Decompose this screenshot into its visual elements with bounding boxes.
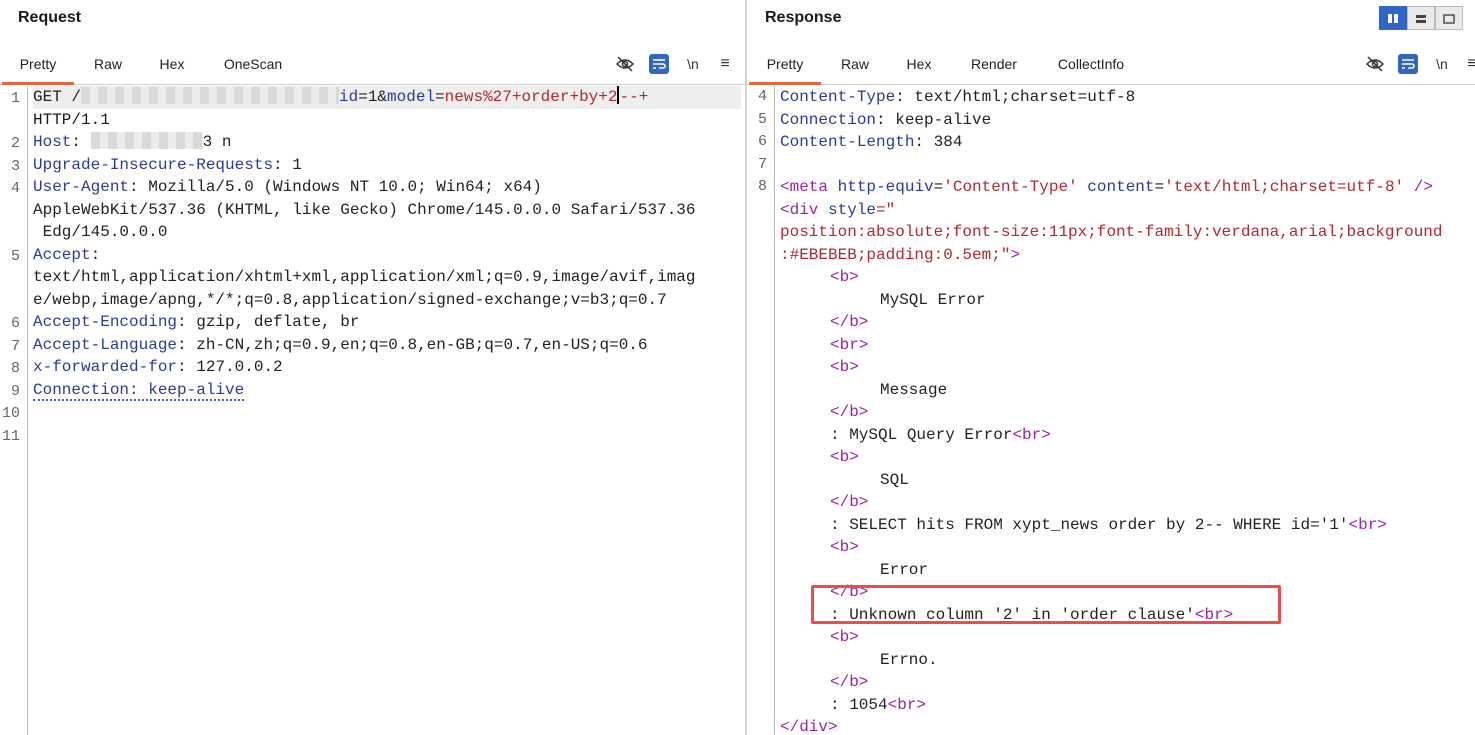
menu-icon[interactable]: ≡ — [1462, 54, 1475, 74]
line-number: 6 — [10, 315, 20, 332]
line-number: 2 — [10, 135, 20, 152]
line-number: 1 — [10, 90, 20, 107]
html-line: : MySQL Query Error<br> — [830, 425, 1051, 444]
html-line: : 1054<br> — [830, 695, 927, 714]
request-line-6: Accept-Encoding: gzip, deflate, br — [33, 313, 360, 331]
html-line: </b> — [830, 673, 869, 691]
hide-eye-icon[interactable] — [1365, 54, 1385, 74]
response-gutter: 4 5 6 7 8 — [747, 86, 775, 735]
layout-tabs-icon[interactable] — [1435, 6, 1463, 30]
line-number: 10 — [1, 405, 20, 422]
request-line-4-cont2: Edg/145.0.0.0 — [33, 223, 168, 241]
response-div-open: <div style=" — [780, 200, 896, 219]
request-tab-onescan[interactable]: OneScan — [212, 46, 294, 82]
html-line: SQL — [880, 470, 909, 489]
request-line-2: Host: 3 n — [33, 132, 232, 151]
request-line-3: Upgrade-Insecure-Requests: 1 — [33, 155, 302, 174]
error-highlight-box — [811, 585, 1281, 624]
response-line-8: <meta http-equiv='Content-Type' content=… — [780, 178, 1433, 196]
html-line: : SELECT hits FROM xypt_news order by 2-… — [830, 515, 1387, 534]
response-line-4: Content-Type: text/html;charset=utf-8 — [780, 88, 1136, 106]
html-line: <b> — [830, 628, 859, 646]
html-line: </b> — [830, 403, 869, 421]
response-line-6: Content-Length: 384 — [780, 133, 963, 151]
response-line-5: Connection: keep-alive — [780, 110, 992, 129]
request-title: Request — [18, 9, 82, 26]
line-number: 3 — [10, 157, 20, 175]
html-line: </div> — [780, 718, 838, 735]
request-line-9: Connection: keep-alive — [33, 380, 245, 401]
request-tabbar: Pretty Raw Hex OneScan \n ≡ — [0, 46, 745, 85]
request-tab-hex[interactable]: Hex — [146, 46, 198, 82]
html-line: </b> — [830, 313, 869, 331]
response-tab-pretty[interactable]: Pretty — [749, 46, 821, 85]
line-number: 7 — [757, 155, 767, 173]
response-editor[interactable]: 4 5 6 7 8 Content-Type: text/html;charse… — [747, 86, 1475, 735]
html-line: </b> — [830, 493, 869, 511]
request-code: GET / id=1&model=news%27+order+by+2 --+ HT… — [33, 86, 741, 401]
request-line-7: Accept-Language: zh-CN,zh;q=0.9,en;q=0.8… — [33, 335, 648, 354]
line-number: 8 — [757, 178, 767, 195]
html-line: Message — [880, 380, 948, 399]
html-line: MySQL Error — [880, 290, 986, 309]
html-line: <b> — [830, 538, 859, 556]
html-line: <b> — [830, 358, 859, 376]
request-gutter: 1 2 3 4 5 6 7 8 9 10 11 — [0, 86, 28, 735]
newline-toggle-button[interactable]: \n — [683, 54, 703, 74]
html-line: <b> — [830, 448, 859, 466]
response-tabbar: Pretty Raw Hex Render CollectInfo \n ≡ — [747, 46, 1475, 85]
response-tab-hex[interactable]: Hex — [893, 46, 945, 82]
request-line-8: x-forwarded-for: 127.0.0.2 — [33, 358, 283, 376]
response-pane: Response Pretty Raw Hex Render CollectIn… — [747, 0, 1475, 735]
hide-eye-icon[interactable] — [615, 54, 635, 74]
request-tab-pretty[interactable]: Pretty — [2, 46, 74, 85]
request-line-4: User-Agent: Mozilla/5.0 (Windows NT 10.0… — [33, 178, 542, 196]
request-editor[interactable]: 1 2 3 4 5 6 7 8 9 10 11 GET / id=1&model=… — [0, 86, 745, 735]
response-tab-raw[interactable]: Raw — [829, 46, 881, 82]
line-number: 11 — [1, 427, 20, 445]
html-line: Errno. — [880, 650, 938, 669]
request-line-5: Accept: — [33, 245, 101, 264]
response-line-7 — [780, 154, 1471, 177]
redacted-path — [81, 87, 340, 104]
line-number: 9 — [10, 382, 20, 400]
request-tab-raw[interactable]: Raw — [82, 46, 134, 82]
newline-toggle-button[interactable]: \n — [1432, 54, 1452, 74]
line-number: 4 — [10, 180, 20, 197]
request-line-1: GET / id=1&model=news%27+order+by+2 --+ — [33, 86, 741, 109]
line-number: 6 — [757, 133, 767, 150]
line-number: 5 — [757, 110, 767, 128]
response-style-1: position:absolute;font-size:11px;font-fa… — [780, 223, 1443, 241]
request-line-4-cont: AppleWebKit/537.36 (KHTML, like Gecko) C… — [33, 200, 696, 219]
html-line: <b> — [830, 268, 859, 286]
layout-side-by-side-icon[interactable] — [1379, 6, 1407, 30]
html-line: <br> — [830, 335, 869, 354]
request-pane: Request Pretty Raw Hex OneScan \n ≡ 1 2 … — [0, 0, 745, 735]
html-line: Error — [880, 560, 929, 579]
response-tab-render[interactable]: Render — [959, 46, 1029, 82]
request-line-5-cont: text/html,application/xhtml+xml,applicat… — [33, 268, 696, 286]
response-code: Content-Type: text/html;charset=utf-8 Co… — [780, 86, 1471, 735]
response-tab-collectinfo[interactable]: CollectInfo — [1045, 46, 1137, 82]
wrap-lines-icon[interactable] — [649, 54, 669, 74]
line-number: 4 — [757, 88, 767, 105]
response-style-2: :#EBEBEB;padding:0.5em;"> — [780, 245, 1021, 264]
wrap-lines-icon[interactable] — [1398, 54, 1418, 74]
layout-toggle-group — [1379, 6, 1463, 30]
response-title: Response — [765, 9, 842, 26]
line-number: 7 — [10, 337, 20, 355]
request-line-5-cont2: e/webp,image/apng,*/*;q=0.8,application/… — [33, 290, 667, 309]
menu-icon[interactable]: ≡ — [715, 54, 735, 74]
line-number: 8 — [10, 360, 20, 377]
redacted-host — [90, 132, 203, 149]
request-line-1-cont: HTTP/1.1 — [33, 110, 110, 129]
line-number: 5 — [10, 247, 20, 265]
layout-stacked-icon[interactable] — [1407, 6, 1435, 30]
